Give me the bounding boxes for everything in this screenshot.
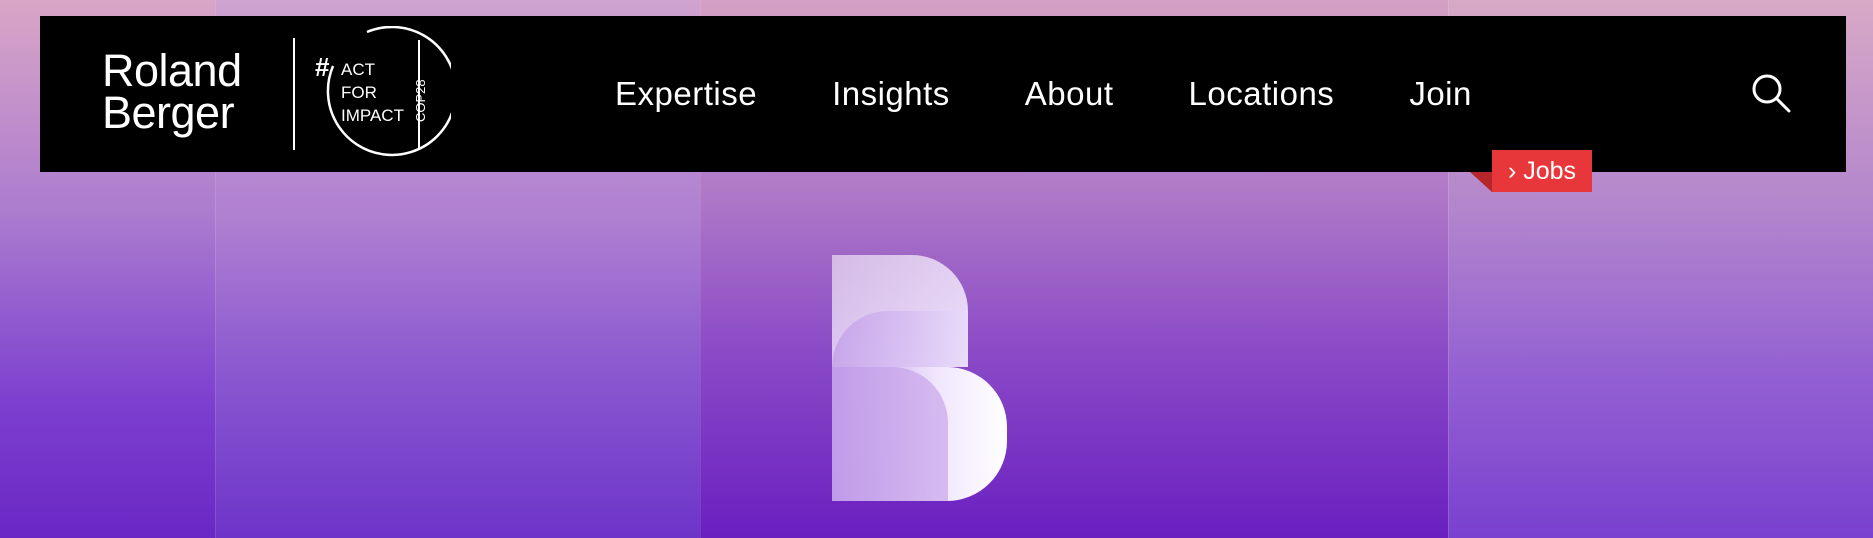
nav-insights[interactable]: Insights xyxy=(832,75,950,113)
badge-line-3: IMPACT xyxy=(341,106,404,125)
act-for-impact-badge[interactable]: # ACT FOR IMPACT COP28 xyxy=(315,26,451,162)
nav-about[interactable]: About xyxy=(1025,75,1114,113)
badge-hash: # xyxy=(315,52,330,82)
jobs-link[interactable]: › Jobs xyxy=(1492,150,1592,192)
badge-text: ACT FOR IMPACT xyxy=(341,58,404,127)
search-button[interactable] xyxy=(1750,72,1792,114)
top-navbar: Roland Berger # ACT FOR IMPACT COP28 Exp… xyxy=(40,16,1846,172)
nav-join[interactable]: Join xyxy=(1409,75,1472,113)
badge-line-2: FOR xyxy=(341,83,377,102)
badge-line-1: ACT xyxy=(341,60,375,79)
nav-expertise[interactable]: Expertise xyxy=(615,75,757,113)
brand-divider xyxy=(293,38,295,150)
jobs-tag-fold xyxy=(1470,172,1492,192)
main-nav: Expertise Insights About Locations Join xyxy=(615,16,1472,172)
search-icon xyxy=(1752,74,1791,113)
nav-locations[interactable]: Locations xyxy=(1189,75,1335,113)
brand-line-2: Berger xyxy=(102,87,235,138)
brand-line-1: Roland xyxy=(102,45,242,96)
b-logo-graphic xyxy=(832,255,1007,501)
brand-logo[interactable]: Roland Berger xyxy=(102,45,242,138)
badge-side-text: COP28 xyxy=(413,79,428,122)
